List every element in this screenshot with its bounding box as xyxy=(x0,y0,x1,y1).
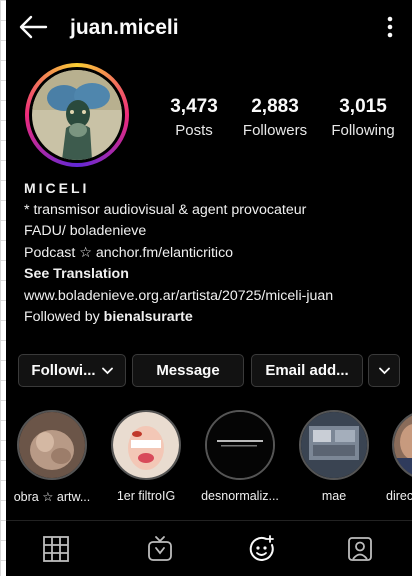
avatar-story-ring[interactable] xyxy=(25,63,129,167)
highlight-label: desnormaliz... xyxy=(201,489,279,503)
posts-label: Posts xyxy=(175,122,213,139)
stat-posts[interactable]: 3,473 Posts xyxy=(156,96,232,139)
highlight-cover xyxy=(205,410,275,480)
highlight-item[interactable]: 1er filtroIG xyxy=(106,410,186,503)
message-button-label: Message xyxy=(156,362,220,379)
highlight-label: 1er filtroIG xyxy=(116,489,176,503)
igtv-icon[interactable] xyxy=(146,535,174,563)
highlight-item[interactable]: desnormaliz... xyxy=(200,410,280,503)
highlight-item[interactable]: direc xyxy=(378,410,412,503)
highlight-cover xyxy=(392,410,412,480)
highlight-cover xyxy=(17,410,87,480)
followed-by-user[interactable]: bienalsurarte xyxy=(104,309,193,325)
followed-by-prefix: Followed by xyxy=(24,309,100,325)
highlight-label: obra ☆ artw... xyxy=(13,490,91,504)
tagged-person-icon[interactable] xyxy=(346,535,374,563)
vertical-dots-icon[interactable] xyxy=(382,14,398,40)
profile-username: juan.miceli xyxy=(70,16,179,39)
profile-bio: MICELI * transmisor audiovisual & agent … xyxy=(24,178,404,329)
arrow-left-icon[interactable] xyxy=(18,14,48,40)
following-count: 3,015 xyxy=(339,96,387,117)
highlight-cover xyxy=(299,410,369,480)
instagram-profile-screen: juan.miceli 3,473 Posts 2,883 Followers … xyxy=(6,0,412,576)
stat-following[interactable]: 3,015 Following xyxy=(318,96,408,139)
message-button[interactable]: Message xyxy=(132,354,244,387)
profile-tab-bar xyxy=(6,520,412,576)
suggested-accounts-button[interactable] xyxy=(368,354,400,387)
bio-website-link[interactable]: www.boladenieve.org.ar/artista/20725/mic… xyxy=(24,286,404,308)
avatar xyxy=(32,70,122,160)
email-button[interactable]: Email add... xyxy=(251,354,363,387)
highlight-label: mae xyxy=(321,489,347,503)
chevron-down-icon xyxy=(101,367,113,374)
posts-count: 3,473 xyxy=(170,96,218,117)
highlight-cover xyxy=(111,410,181,480)
chevron-down-icon xyxy=(378,367,390,374)
face-effects-icon[interactable] xyxy=(248,535,276,563)
highlight-label: direc xyxy=(386,489,412,503)
highlight-item[interactable]: mae xyxy=(294,410,374,503)
followers-label: Followers xyxy=(242,122,308,139)
profile-name: MICELI xyxy=(24,180,90,196)
grid-icon[interactable] xyxy=(42,535,70,563)
see-translation-link[interactable]: See Translation xyxy=(24,264,404,286)
bio-line-3: Podcast ☆ anchor.fm/elanticritico xyxy=(24,244,234,261)
following-button[interactable]: Followi... xyxy=(18,354,126,387)
email-button-label: Email add... xyxy=(265,362,349,379)
stat-followers[interactable]: 2,883 Followers xyxy=(234,96,316,139)
followed-by[interactable]: Followed by bienalsurarte xyxy=(24,307,404,329)
top-bar: juan.miceli xyxy=(6,0,412,56)
following-label: Following xyxy=(331,122,395,139)
following-button-label: Followi... xyxy=(31,362,96,379)
highlight-item[interactable]: obra ☆ artw... xyxy=(12,410,92,504)
bio-line-1: * transmisor audiovisual & agent provoca… xyxy=(24,201,307,218)
followers-count: 2,883 xyxy=(251,96,299,117)
bio-line-2: FADU/ boladenieve xyxy=(24,223,147,239)
